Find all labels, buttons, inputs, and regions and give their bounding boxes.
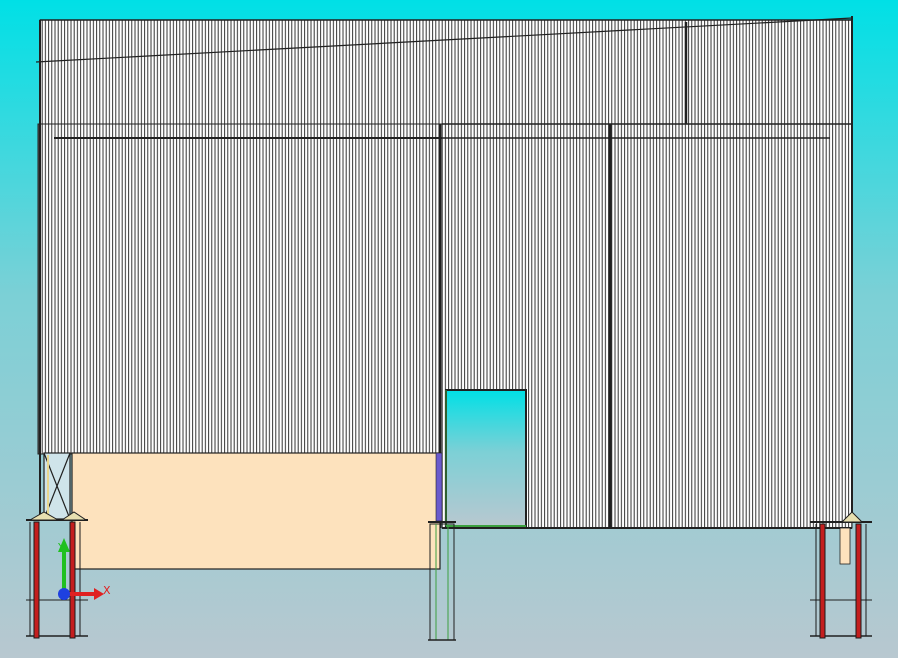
main-wall-cladding-left bbox=[37, 123, 443, 455]
3d-viewport[interactable]: Y X bbox=[0, 0, 898, 658]
column-left-b bbox=[69, 521, 76, 639]
canopy-block bbox=[71, 452, 443, 570]
triad-origin bbox=[58, 588, 70, 600]
triad-y-label: Y bbox=[57, 541, 65, 554]
column-right-b bbox=[855, 523, 862, 639]
triad-x-label: X bbox=[103, 584, 111, 597]
column-left-a bbox=[33, 521, 40, 639]
upper-wall-cladding bbox=[35, 17, 853, 125]
building-elevation-drawing: Y X bbox=[0, 0, 898, 658]
door-opening bbox=[445, 389, 527, 527]
column-right-a bbox=[819, 523, 826, 639]
left-bracing bbox=[43, 452, 71, 520]
